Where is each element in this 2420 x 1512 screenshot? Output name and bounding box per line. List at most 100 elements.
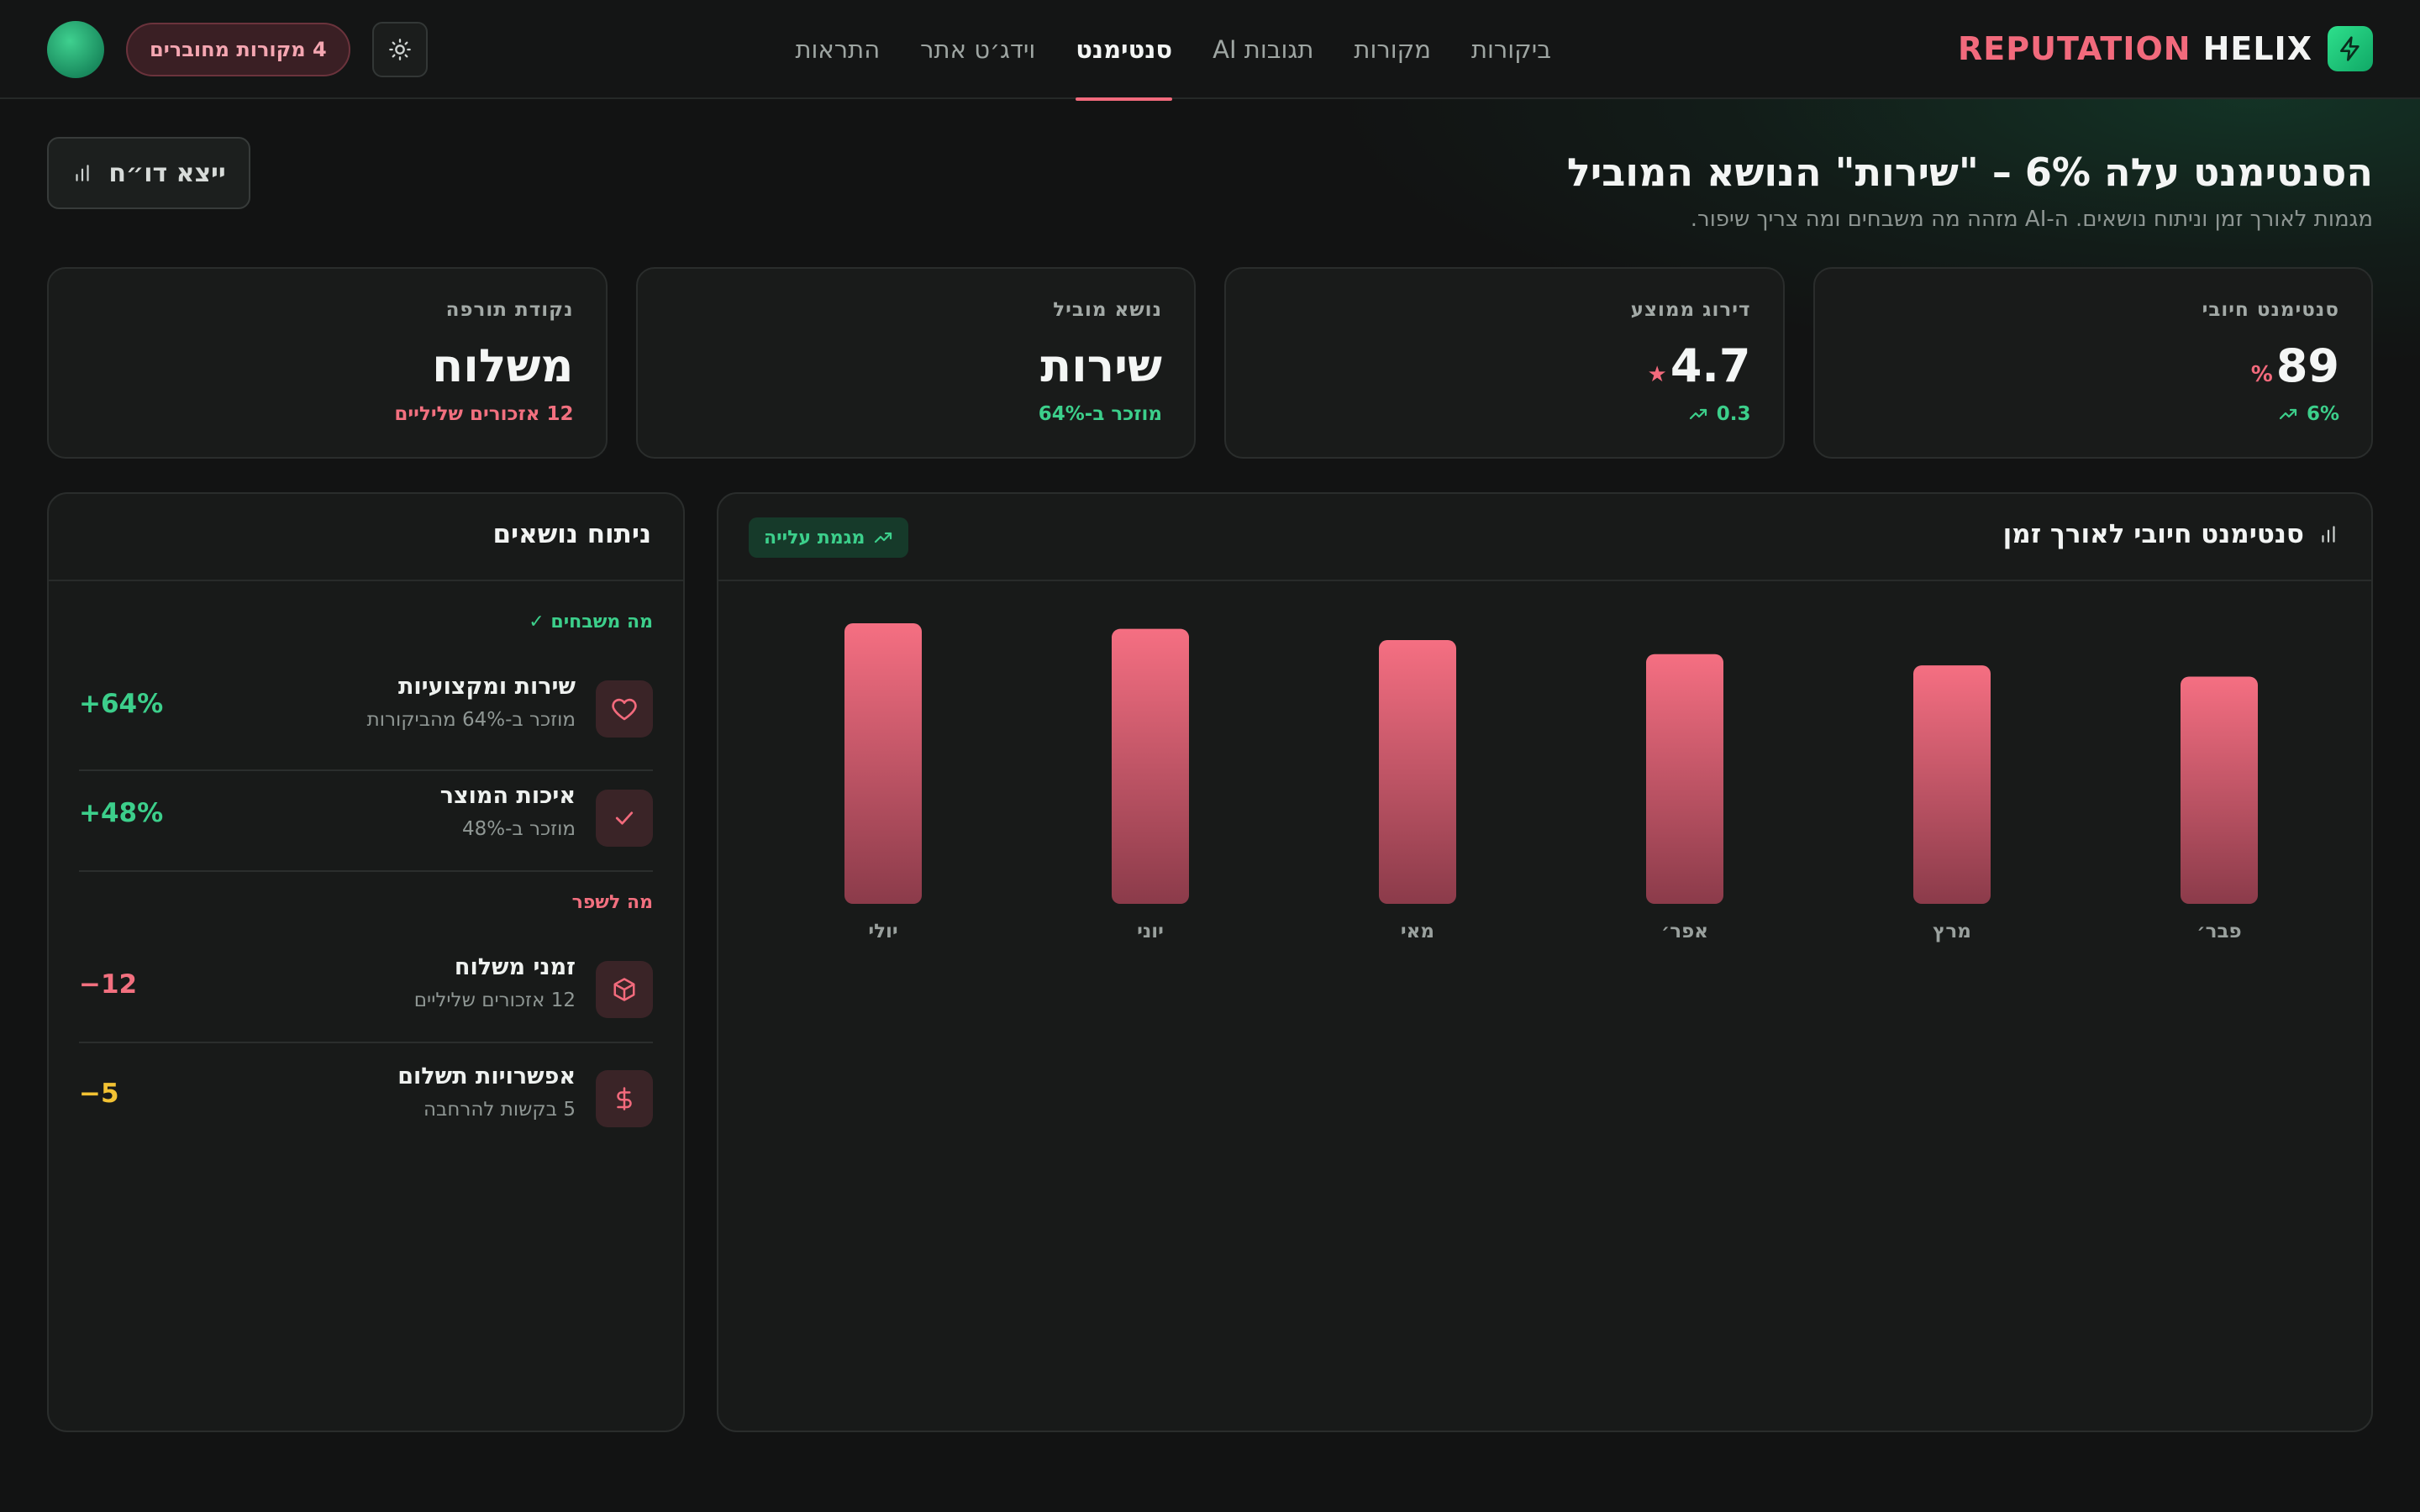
topic-desc: מוזכר ב-48% (461, 818, 576, 840)
export-report-button[interactable]: ייצא דו״ח (47, 137, 250, 209)
dollar-icon (596, 1070, 653, 1127)
kpi-delta: מוזכר ב-64% (670, 403, 1162, 425)
sentiment-chart-panel: סנטימנט חיובי לאורך זמן מגמת עלייה פבר׳ מ… (717, 492, 2373, 1432)
nav-ai-replies[interactable]: תגובות AI (1213, 0, 1313, 99)
brand[interactable]: REPUTATION HELIX (1958, 25, 2373, 72)
top-bar: REPUTATION HELIX ביקורות מקורות תגובות A… (0, 0, 2420, 101)
topic-name: איכות המוצר (439, 783, 576, 809)
kpi-value: 4.7 ★ (1258, 339, 1751, 392)
avatar[interactable] (47, 21, 104, 78)
kpi-value: 89 % (1847, 339, 2339, 392)
x-tick-label: אפר׳ (1661, 921, 1708, 942)
chart-title: סנטימנט חיובי לאורך זמן (2003, 519, 2339, 549)
x-tick-label: מרץ (1933, 921, 1971, 942)
chart-area: פבר׳ מרץ אפר׳ מאי יוני יולי (718, 581, 2371, 984)
x-tick-label: פבר׳ (2196, 921, 2241, 942)
connected-sources-pill[interactable]: 4 מקורות מחוברים (126, 23, 350, 76)
check-icon (596, 790, 653, 847)
sentiment-bar-chart: פבר׳ מרץ אפר׳ מאי יוני יולי (844, 623, 2258, 942)
kpi-leading-topic: נושא מוביל שירות מוזכר ב-64% (635, 267, 1196, 459)
topic-row[interactable]: זמני משלוח 12 אזכורים שליליים −12 (79, 953, 653, 1037)
brand-name: REPUTATION HELIX (1958, 30, 2312, 67)
kpi-label: דירוג ממוצע (1630, 299, 1751, 321)
topic-name: שירות ומקצועיות (397, 674, 576, 700)
theme-toggle-button[interactable] (371, 22, 428, 77)
kpi-delta: 6% (1847, 403, 2339, 425)
kpi-delta-text: 6% (2306, 403, 2339, 425)
trend-up-icon (2279, 408, 2297, 420)
topic-row[interactable]: אפשרויות תשלום 5 בקשות להרחבה −5 (79, 1062, 653, 1146)
kpi-weak-point: נקודת תורפה משלוח 12 אזכורים שליליים (47, 267, 608, 459)
chart-bar[interactable] (1379, 640, 1456, 904)
brand-name-a: REPUTATION (1958, 30, 2191, 67)
chart-title-text: סנטימנט חיובי לאורך זמן (2002, 519, 2304, 549)
brand-name-b: HELIX (2202, 30, 2312, 67)
kpi-delta: 0.3 (1258, 403, 1751, 425)
header-actions: 4 מקורות מחוברים (47, 21, 428, 78)
bar-chart-icon (2322, 526, 2335, 543)
nav-alerts[interactable]: התראות (795, 0, 880, 99)
heart-icon (596, 680, 653, 738)
kpi-delta-text: 0.3 (1716, 403, 1751, 425)
kpi-delta-text: 12 אזכורים שליליים (394, 403, 574, 425)
chart-panel-header: סנטימנט חיובי לאורך זמן מגמת עלייה (718, 494, 2371, 581)
x-tick-label: יוני (1137, 921, 1164, 942)
topic-desc: 12 אזכורים שליליים (413, 990, 576, 1011)
export-label: ייצא דו״ח (108, 158, 226, 188)
topic-score: −5 (79, 1079, 119, 1109)
kpi-delta: 12 אזכורים שליליים (81, 403, 574, 425)
kpi-value: משלוח (81, 339, 574, 392)
kpi-number: 4.7 (1670, 339, 1751, 392)
trend-badge: מגמת עלייה (749, 517, 909, 558)
topic-score: +64% (79, 689, 164, 719)
topic-score: −12 (79, 969, 138, 1000)
x-tick-label: יולי (868, 921, 897, 942)
bar-chart-icon (76, 165, 89, 181)
kpi-positive-sentiment: סנטימנט חיובי 89 % 6% (1812, 267, 2373, 459)
box-icon (596, 961, 653, 1018)
topic-desc: מוזכר ב-64% מהביקורות (366, 709, 576, 731)
chart-bar[interactable] (844, 623, 922, 904)
kpi-average-rating: דירוג ממוצע 4.7 ★ 0.3 (1224, 267, 1785, 459)
nav-site-widget[interactable]: וידג׳ט אתר (920, 0, 1035, 99)
divider (79, 1042, 653, 1043)
improve-section-label: מה לשפר (571, 892, 653, 913)
kpi-row: סנטימנט חיובי 89 % 6% דירוג ממוצע 4.7 ★ … (47, 267, 2373, 459)
divider (79, 769, 653, 771)
topic-row[interactable]: איכות המוצר מוזכר ב-48% +48% (79, 781, 653, 865)
nav-sources[interactable]: מקורות (1354, 0, 1431, 99)
chart-bar[interactable] (1112, 628, 1189, 904)
topic-score: +48% (79, 798, 164, 828)
trend-up-icon (875, 532, 892, 543)
kpi-number: 89 (2275, 339, 2339, 392)
topic-name: זמני משלוח (454, 954, 576, 980)
star-icon: ★ (1647, 362, 1667, 387)
trend-badge-label: מגמת עלייה (764, 527, 865, 549)
sun-icon (388, 39, 411, 60)
kpi-label: סנטימנט חיובי (2202, 299, 2339, 321)
chart-bar[interactable] (2181, 676, 2258, 904)
kpi-value: שירות (670, 339, 1162, 392)
chart-bar[interactable] (1913, 665, 1991, 904)
nav-sentiment[interactable]: סנטימנט (1076, 0, 1172, 101)
topics-title: ניתוח נושאים (492, 519, 651, 549)
lightning-icon (2328, 26, 2373, 71)
topics-panel: ניתוח נושאים מה משבחים ✓ שירות ומקצועיות… (47, 492, 685, 1432)
trend-up-icon (1689, 408, 1707, 420)
topic-row[interactable]: שירות ומקצועיות מוזכר ב-64% מהביקורות +6… (79, 672, 653, 756)
praise-section-label: מה משבחים ✓ (529, 612, 653, 633)
kpi-label: נקודת תורפה (445, 299, 574, 321)
topic-name: אפשרויות תשלום (397, 1063, 576, 1089)
nav-reviews[interactable]: ביקורות (1471, 0, 1551, 99)
kpi-number: משלוח (432, 339, 574, 392)
kpi-unit: % (2250, 362, 2273, 387)
chart-bar[interactable] (1646, 654, 1723, 904)
topics-header: ניתוח נושאים (49, 494, 683, 581)
kpi-delta-text: מוזכר ב-64% (1038, 403, 1162, 425)
kpi-number: שירות (1040, 339, 1162, 392)
kpi-label: נושא מוביל (1053, 299, 1162, 321)
divider (79, 870, 653, 872)
page-title: הסנטימנט עלה 6% – "שירות" הנושא המוביל (1566, 150, 2373, 195)
topic-desc: 5 בקשות להרחבה (424, 1099, 576, 1121)
main-nav: ביקורות מקורות תגובות AI סנטימנט וידג׳ט … (795, 0, 1551, 101)
